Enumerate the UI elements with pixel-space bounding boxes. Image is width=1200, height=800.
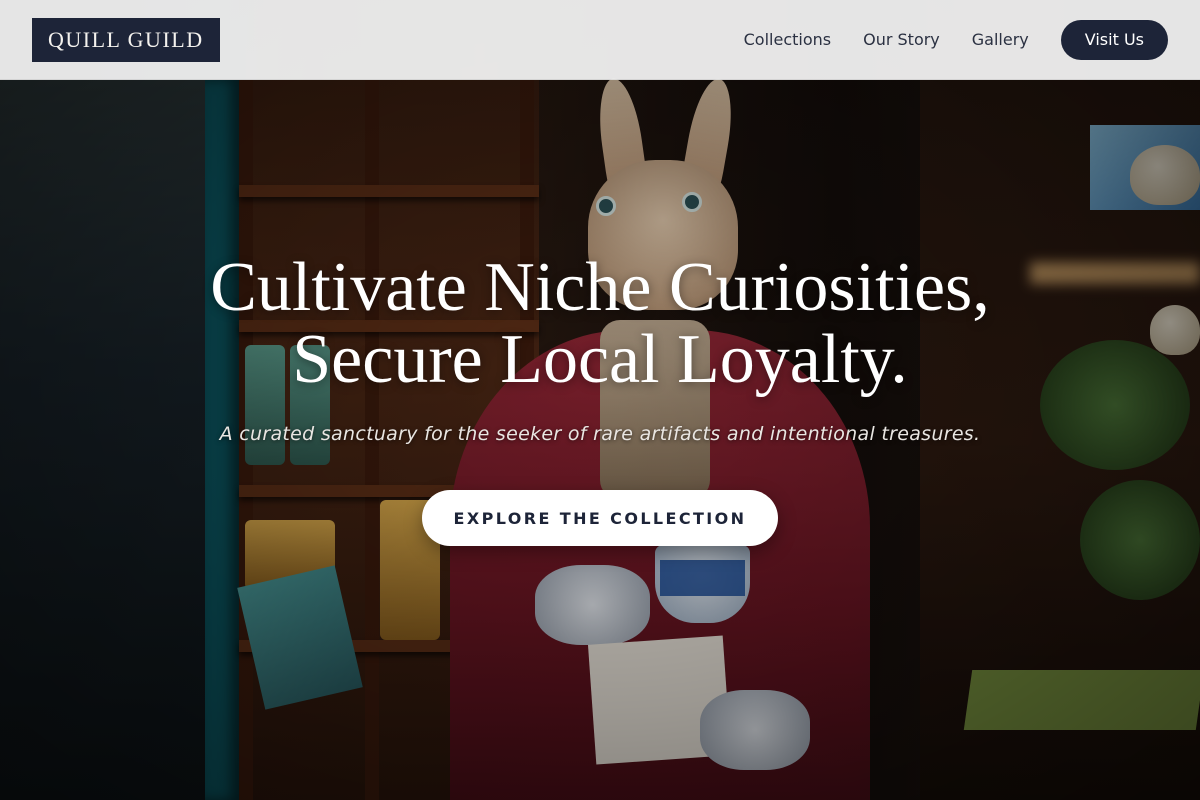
hero-headline-line-1: Cultivate Niche Curiosities, [210,249,990,326]
nav-link-our-story[interactable]: Our Story [863,30,940,49]
logo[interactable]: QUILL GUILD [32,17,220,62]
explore-collection-button[interactable]: EXPLORE THE COLLECTION [422,490,778,546]
hero-headline-line-2: Secure Local Loyalty. [292,321,908,398]
hero-subtitle: A curated sanctuary for the seeker of ra… [219,423,981,445]
site-header: QUILL GUILD Collections Our Story Galler… [0,0,1200,80]
main-nav: Collections Our Story Gallery Visit Us [744,19,1168,60]
hero-section: Cultivate Niche Curiosities, Secure Loca… [0,80,1200,800]
nav-link-collections[interactable]: Collections [744,30,831,49]
nav-link-gallery[interactable]: Gallery [972,30,1029,49]
visit-us-button[interactable]: Visit Us [1060,19,1168,60]
hero-headline: Cultivate Niche Curiosities, Secure Loca… [100,252,1100,396]
